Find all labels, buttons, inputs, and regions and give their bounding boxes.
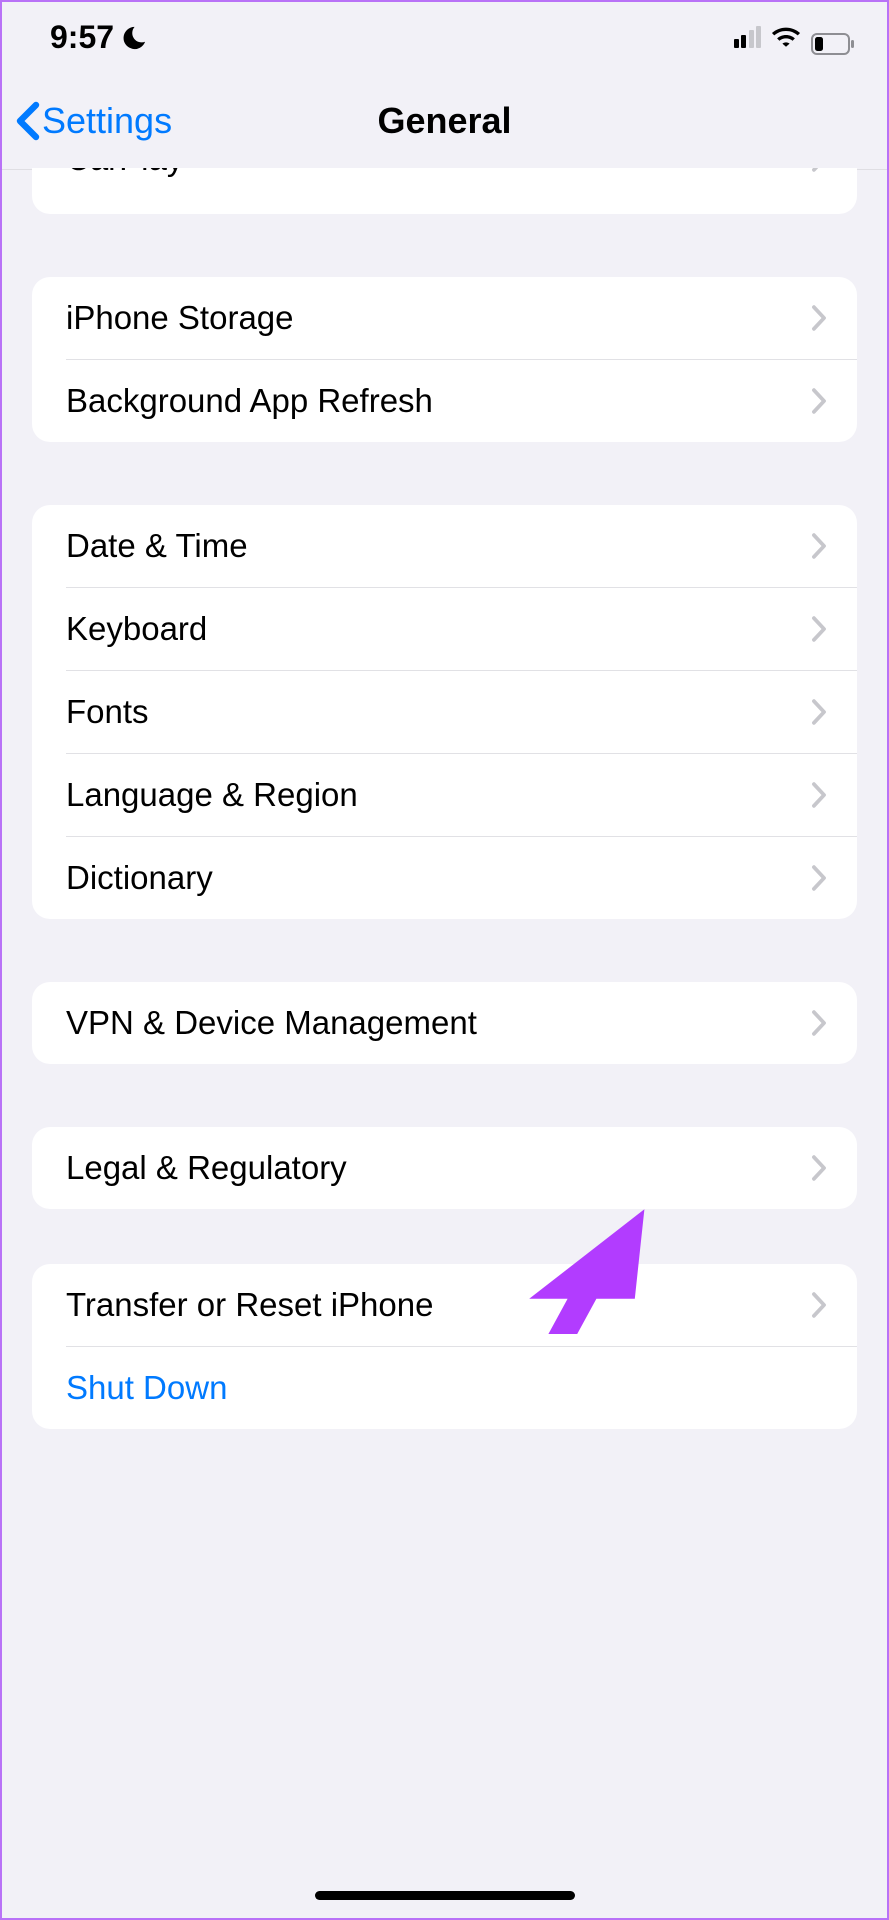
chevron-right-icon (811, 699, 827, 725)
chevron-right-icon (811, 305, 827, 331)
row-carplay[interactable]: CarPlay (32, 168, 857, 214)
back-label: Settings (42, 100, 172, 142)
settings-group-system: Date & Time Keyboard Fonts Language & Re… (32, 505, 857, 919)
row-fonts[interactable]: Fonts (32, 671, 857, 753)
row-dictionary[interactable]: Dictionary (32, 837, 857, 919)
chevron-right-icon (811, 782, 827, 808)
home-indicator[interactable] (315, 1891, 575, 1900)
row-label: CarPlay (66, 168, 811, 178)
row-transfer-reset-iphone[interactable]: Transfer or Reset iPhone (32, 1264, 857, 1346)
chevron-left-icon (16, 101, 40, 141)
chevron-right-icon (811, 1155, 827, 1181)
settings-group-reset: Transfer or Reset iPhone Shut Down (32, 1264, 857, 1429)
chevron-right-icon (811, 168, 827, 172)
back-button[interactable]: Settings (2, 100, 172, 142)
settings-group-storage: iPhone Storage Background App Refresh (32, 277, 857, 442)
row-label: Date & Time (66, 527, 811, 565)
row-label: VPN & Device Management (66, 1004, 811, 1042)
row-label: Language & Region (66, 776, 811, 814)
battery-icon (811, 26, 855, 48)
row-background-app-refresh[interactable]: Background App Refresh (32, 360, 857, 442)
row-label: Fonts (66, 693, 811, 731)
status-time: 9:57 (50, 19, 114, 56)
row-label: Background App Refresh (66, 382, 811, 420)
chevron-right-icon (811, 616, 827, 642)
row-label: Keyboard (66, 610, 811, 648)
row-language-region[interactable]: Language & Region (32, 754, 857, 836)
status-bar: 9:57 (2, 2, 887, 72)
row-keyboard[interactable]: Keyboard (32, 588, 857, 670)
row-label: Legal & Regulatory (66, 1149, 811, 1187)
row-label: Dictionary (66, 859, 811, 897)
row-iphone-storage[interactable]: iPhone Storage (32, 277, 857, 359)
settings-group-clipped: CarPlay (32, 168, 857, 214)
chevron-right-icon (811, 533, 827, 559)
chevron-right-icon (811, 1292, 827, 1318)
status-left: 9:57 (50, 19, 148, 56)
do-not-disturb-icon (120, 23, 148, 51)
chevron-right-icon (811, 388, 827, 414)
chevron-right-icon (811, 1010, 827, 1036)
row-label: Transfer or Reset iPhone (66, 1286, 811, 1324)
cellular-signal-icon (734, 26, 762, 48)
row-label: iPhone Storage (66, 299, 811, 337)
row-shut-down[interactable]: Shut Down (32, 1347, 857, 1429)
settings-group-legal: Legal & Regulatory (32, 1127, 857, 1209)
status-right (734, 19, 856, 56)
content: CarPlay iPhone Storage Background App Re… (2, 168, 887, 1429)
wifi-icon (771, 19, 801, 56)
nav-header: Settings General (2, 72, 887, 170)
row-label: Shut Down (66, 1369, 827, 1407)
row-vpn-device-management[interactable]: VPN & Device Management (32, 982, 857, 1064)
chevron-right-icon (811, 865, 827, 891)
row-legal-regulatory[interactable]: Legal & Regulatory (32, 1127, 857, 1209)
row-date-time[interactable]: Date & Time (32, 505, 857, 587)
settings-group-vpn: VPN & Device Management (32, 982, 857, 1064)
